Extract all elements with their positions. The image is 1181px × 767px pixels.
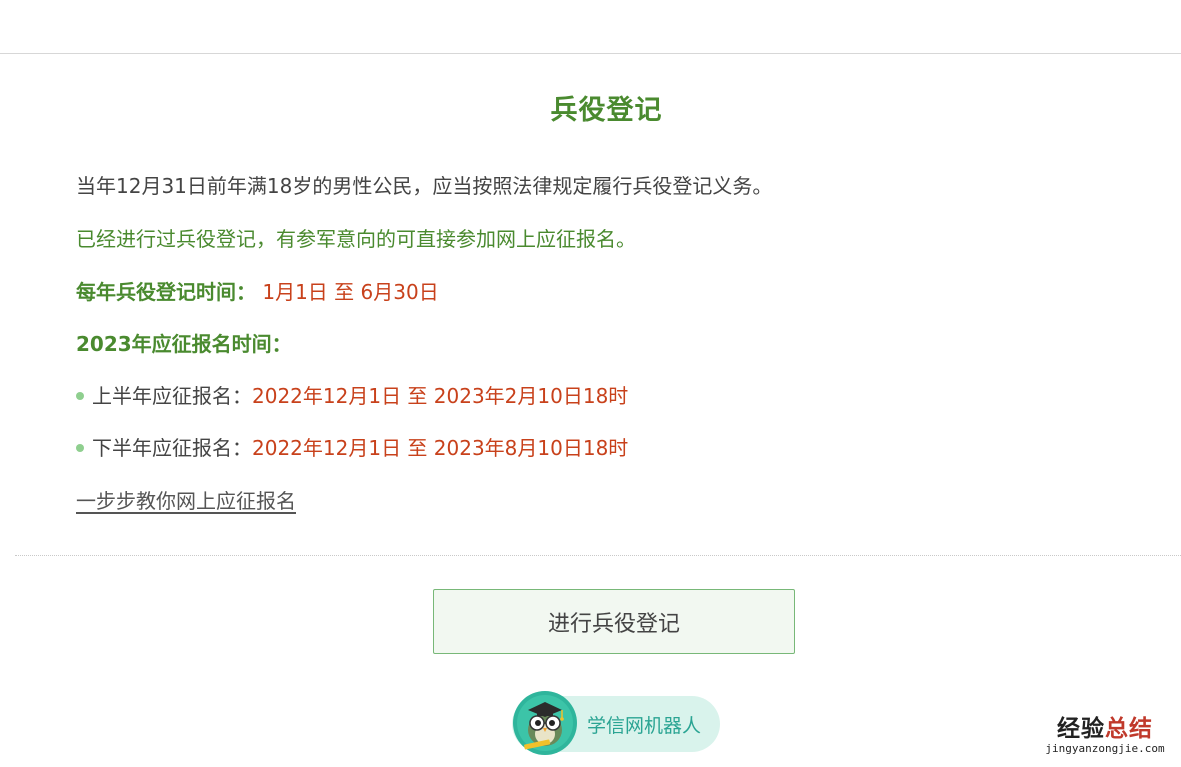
signup-item-value: 2022年12月1日 至 2023年8月10日18时 (252, 436, 629, 460)
intro-text: 当年12月31日前年满18岁的男性公民，应当按照法律规定履行兵役登记义务。 (76, 174, 773, 198)
signup-item: 下半年应征报名：2022年12月1日 至 2023年8月10日18时 (76, 434, 628, 462)
chatbot-button[interactable]: 学信网机器人 (512, 691, 720, 755)
signup-item: 上半年应征报名：2022年12月1日 至 2023年2月10日18时 (76, 382, 628, 410)
watermark-title: 经验总结 (1030, 716, 1180, 742)
annual-registration-value: 1月1日 至 6月30日 (262, 280, 439, 304)
bullet-icon (76, 443, 84, 452)
signup-item-label: 下半年应征报名： (92, 436, 252, 460)
owl-mascot-icon (513, 691, 577, 755)
page-title: 兵役登记 (550, 95, 663, 126)
signup-item-value: 2022年12月1日 至 2023年2月10日18时 (252, 384, 629, 408)
signup-heading: 2023年应征报名时间： (76, 332, 292, 356)
guide-row: 一步步教你网上应征报名 (76, 487, 296, 515)
guide-link[interactable]: 一步步教你网上应征报名 (76, 489, 296, 513)
signup-item-label: 上半年应征报名： (92, 384, 252, 408)
annual-registration-row: 每年兵役登记时间： 1月1日 至 6月30日 (76, 278, 439, 306)
note-text: 已经进行过兵役登记，有参军意向的可直接参加网上应征报名。 (76, 227, 636, 251)
watermark-part: 经验 (1057, 716, 1105, 742)
watermark-part-highlight: 总结 (1105, 716, 1153, 742)
section-divider (15, 555, 1181, 556)
page: 兵役登记 当年12月31日前年满18岁的男性公民，应当按照法律规定履行兵役登记义… (0, 0, 1181, 767)
header-divider (0, 53, 1181, 54)
watermark: 经验总结 jingyanzongjie.com (1030, 716, 1180, 756)
register-button[interactable]: 进行兵役登记 (433, 589, 795, 654)
watermark-url: jingyanzongjie.com (1045, 742, 1165, 755)
chatbot-label: 学信网机器人 (587, 715, 702, 737)
bullet-icon (76, 391, 84, 400)
annual-registration-label: 每年兵役登记时间： (76, 280, 256, 304)
